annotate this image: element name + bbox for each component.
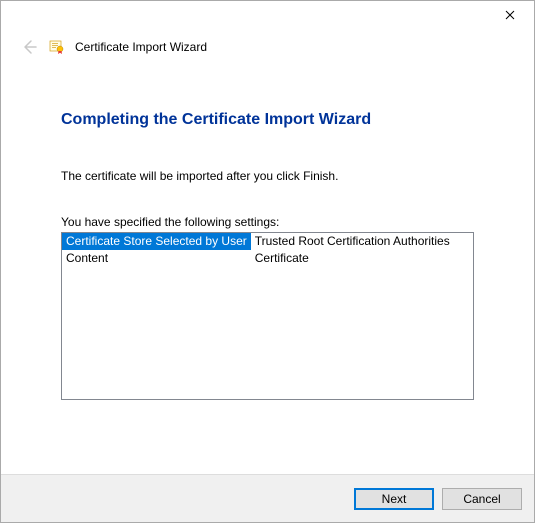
setting-key: Content <box>62 250 251 267</box>
wizard-footer: Next Cancel <box>1 474 534 522</box>
cancel-button[interactable]: Cancel <box>442 488 522 510</box>
setting-key: Certificate Store Selected by User <box>62 233 251 250</box>
close-icon <box>505 10 515 20</box>
page-heading: Completing the Certificate Import Wizard <box>61 111 474 129</box>
back-button <box>19 37 39 57</box>
table-row[interactable]: Certificate Store Selected by User Trust… <box>62 233 454 250</box>
next-button[interactable]: Next <box>354 488 434 510</box>
wizard-header: Certificate Import Wizard <box>1 31 534 67</box>
settings-list[interactable]: Certificate Store Selected by User Trust… <box>61 232 474 400</box>
settings-label: You have specified the following setting… <box>61 215 474 229</box>
certificate-icon <box>49 39 65 55</box>
close-button[interactable] <box>490 3 530 27</box>
titlebar <box>1 1 534 31</box>
back-arrow-icon <box>20 38 38 56</box>
page-description: The certificate will be imported after y… <box>61 169 474 183</box>
table-row[interactable]: Content Certificate <box>62 250 454 267</box>
setting-value: Certificate <box>251 250 454 267</box>
wizard-title: Certificate Import Wizard <box>75 40 207 54</box>
setting-value: Trusted Root Certification Authorities <box>251 233 454 250</box>
wizard-content: Completing the Certificate Import Wizard… <box>1 67 534 400</box>
